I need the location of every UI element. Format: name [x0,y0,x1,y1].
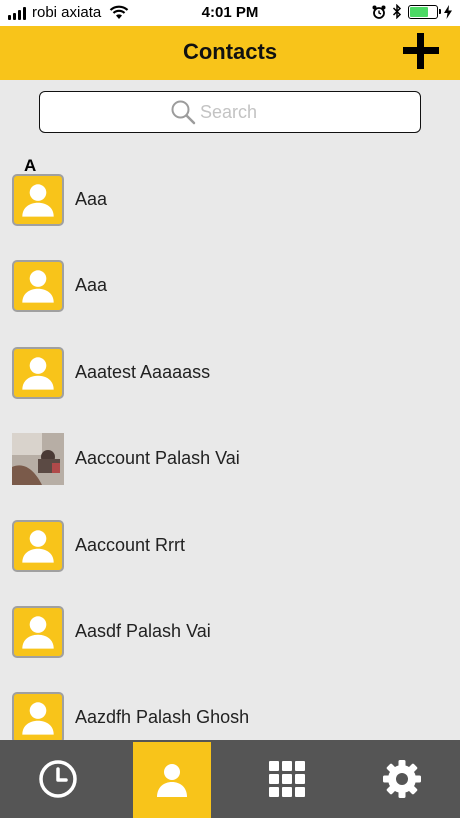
contact-row[interactable]: Aaccount Palash Vai [0,429,460,515]
tab-keypad[interactable] [229,740,344,818]
contact-row[interactable]: Aaatest Aaaaass [0,343,460,429]
page-title: Contacts [182,39,278,64]
contact-icon [157,764,188,797]
default-avatar-icon [12,346,64,399]
contact-photo [12,433,64,486]
keypad-icon [268,761,305,797]
tab-bar [0,740,460,818]
status-right [372,4,452,19]
alarm-icon [372,5,386,19]
default-avatar-icon [12,174,64,226]
search-bar[interactable] [39,91,421,133]
contact-name: Aazdfh Palash Ghosh [75,707,250,728]
gear-icon [383,760,422,798]
add-contact-button[interactable] [402,32,440,70]
contact-row[interactable]: Aaa [0,256,460,342]
contact-list[interactable]: Aaa Aaa Aaatest Aaaaass Aaccount Palash … [0,170,460,775]
tab-settings[interactable] [345,740,460,818]
clock-icon [38,760,77,798]
battery-level [410,6,429,17]
contact-name: Aaa [75,189,108,209]
default-avatar-icon [12,519,64,572]
search-input[interactable] [200,101,290,123]
contact-name: Aasdf Palash Vai [75,620,211,641]
contact-name: Aaccount Palash Vai [75,448,240,469]
contact-name: Aaccount Rrrt [75,534,186,555]
default-avatar-icon [12,260,64,313]
tab-recents[interactable] [0,740,115,818]
battery-icon [408,4,441,19]
contact-name: Aaatest Aaaaass [75,361,211,382]
contact-row[interactable]: Aaa [0,170,460,256]
bluetooth-icon [392,4,402,19]
contact-row[interactable]: Aasdf Palash Vai [0,602,460,688]
default-avatar-icon [12,692,64,745]
search-icon [171,100,196,125]
charging-icon [444,4,452,19]
contact-row[interactable]: Aaccount Rrrt [0,516,460,602]
default-avatar-icon [12,605,64,658]
nav-bar: Contacts [0,26,460,80]
tab-contacts[interactable] [133,742,212,818]
contact-name: Aaa [75,275,108,296]
status-bar: robi axiata 4:01 PM [0,0,460,26]
